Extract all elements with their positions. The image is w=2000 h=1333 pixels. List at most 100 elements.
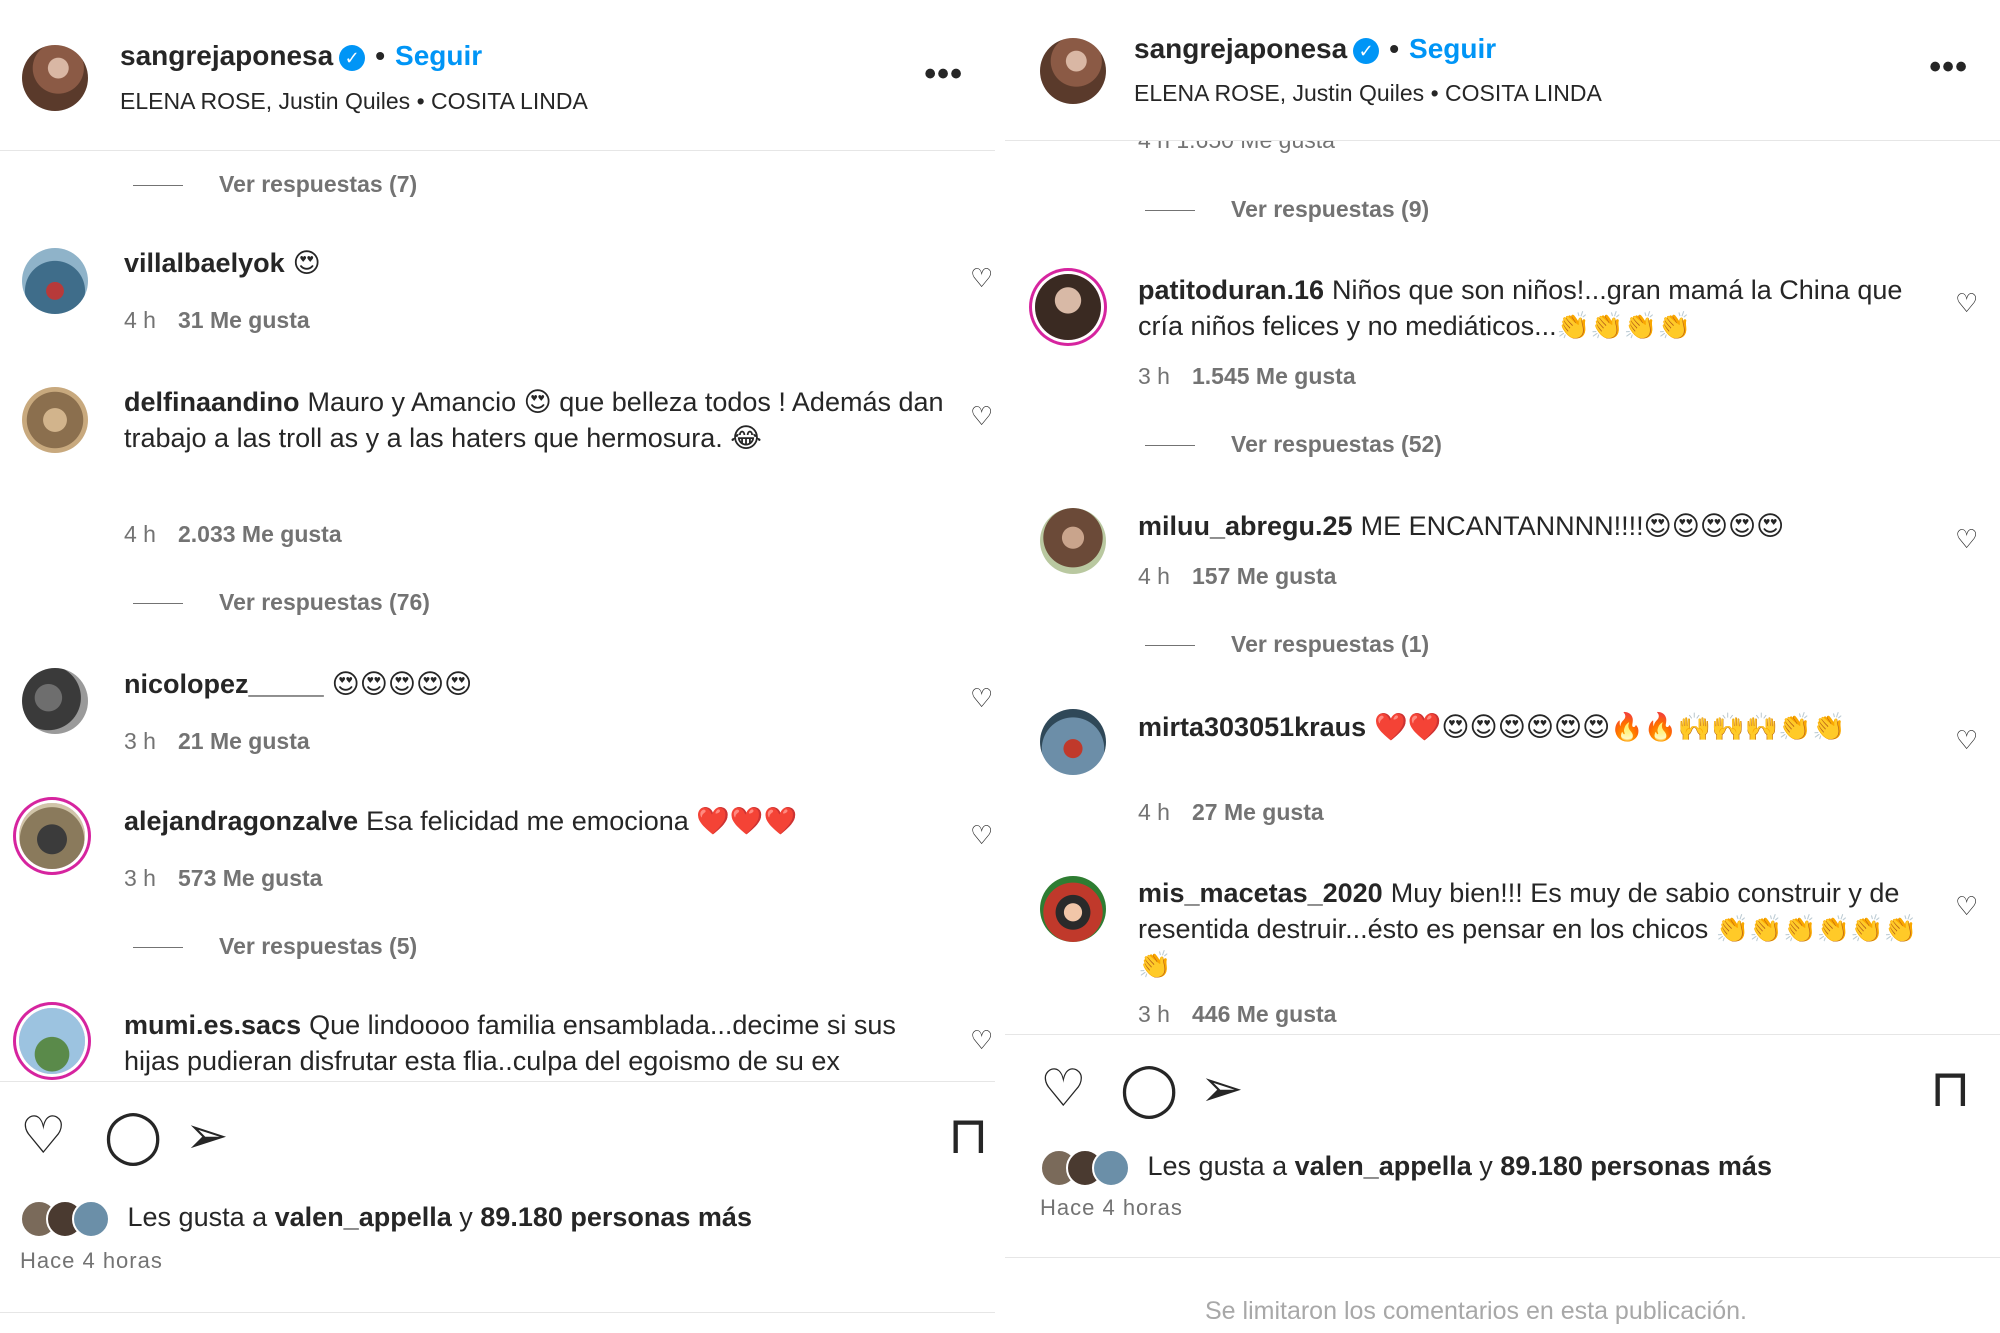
comment: villalbaelyok 😍 [124,245,944,281]
comment-meta: 4 h 2.033 Me gusta [124,521,342,548]
commenter-avatar[interactable] [1040,508,1106,574]
comment-like-icon[interactable]: ♡ [970,820,993,851]
comment-time: 4 h [1138,799,1170,825]
comment-icon[interactable]: ◯ [104,1110,162,1162]
comment-likes[interactable]: 1.545 Me gusta [1192,363,1356,389]
comment-time: 4 h [124,307,156,333]
liker-avatar [72,1200,110,1238]
comment-username[interactable]: patitoduran.16 [1138,275,1324,305]
post-actions: ♡ ◯ ➢ ⊓ Les gusta a valen_appella y 89.1… [1005,1034,2000,1333]
comment-username[interactable]: mumi.es.sacs [124,1010,301,1040]
comment-like-icon[interactable]: ♡ [970,401,993,432]
view-replies-button[interactable]: Ver respuestas (7) [133,171,417,198]
commenter-avatar[interactable] [1040,709,1106,775]
comment-like-icon[interactable]: ♡ [1955,725,1978,756]
comment-likes[interactable]: 27 Me gusta [1192,799,1324,825]
liker-avatar [1092,1149,1130,1187]
share-icon[interactable]: ➢ [1200,1063,1244,1115]
commenter-avatar[interactable] [22,387,88,453]
comment-username[interactable]: alejandragonzalve [124,806,358,836]
divider [0,1312,995,1313]
comment: delfinaandino Mauro y Amancio 😍 que belle… [124,384,944,456]
separator-dot: • [1389,33,1400,64]
comment-like-icon[interactable]: ♡ [970,1025,993,1056]
comments-limited-notice: Se limitaron los comentarios en esta pub… [1205,1297,1747,1325]
save-icon[interactable]: ⊓ [948,1110,989,1162]
author-line: sangrejaponesa ✓ • Seguir [1134,33,1496,65]
author-username[interactable]: sangrejaponesa [1134,33,1347,64]
comment-meta: 4 h 157 Me gusta [1138,563,1336,590]
author-avatar[interactable] [1040,38,1106,104]
comment-meta: 3 h 573 Me gusta [124,865,322,892]
comments-list[interactable]: 4 h 1.650 Me gusta Ver respuestas (9) pa… [1005,141,2000,1034]
comment-text: ❤️❤️😍😍😍😍😍😍🔥🔥🙌🙌🙌👏👏 [1374,712,1846,742]
liked-by-line[interactable]: Les gusta a valen_appella y 89.180 perso… [1040,1149,1772,1187]
verified-badge-icon: ✓ [339,44,366,71]
like-icon[interactable]: ♡ [20,1110,67,1162]
liked-by-count[interactable]: 89.180 personas más [480,1202,752,1232]
post-panel-right: sangrejaponesa ✓ • Seguir ELENA ROSE, Justi… [1005,0,2000,1333]
comment-text: ME ENCANTANNNN!!!!😍😍😍😍😍 [1360,511,1785,541]
comment-username[interactable]: villalbaelyok [124,248,285,278]
like-icon[interactable]: ♡ [1040,1063,1087,1115]
comment-username[interactable]: miluu_abregu.25 [1138,511,1353,541]
view-replies-button[interactable]: Ver respuestas (5) [133,933,417,960]
comment-icon[interactable]: ◯ [1120,1063,1178,1115]
comment-meta: 4 h 27 Me gusta [1138,799,1324,826]
comment-like-icon[interactable]: ♡ [1955,891,1978,922]
author-line: sangrejaponesa ✓ • Seguir [120,40,482,72]
commenter-avatar[interactable] [1040,876,1106,942]
comment-meta: 3 h 21 Me gusta [124,728,310,755]
comment: alejandragonzalve Esa felicidad me emocio… [124,803,944,839]
save-icon[interactable]: ⊓ [1930,1063,1971,1115]
comment: mirta303051kraus ❤️❤️😍😍😍😍😍😍🔥🔥🙌🙌🙌👏👏 [1138,709,1928,745]
comment-like-icon[interactable]: ♡ [970,683,993,714]
divider [1005,1257,2000,1258]
author-avatar[interactable] [22,45,88,111]
audio-track[interactable]: ELENA ROSE, Justin Quiles • COSITA LINDA [1134,80,1602,107]
comment-likes[interactable]: 573 Me gusta [178,865,322,891]
comment-likes[interactable]: 21 Me gusta [178,728,310,754]
commenter-avatar-story[interactable] [19,1008,85,1074]
comment-likes[interactable]: 31 Me gusta [178,307,310,333]
liked-by-count[interactable]: 89.180 personas más [1500,1151,1772,1181]
liked-by-user[interactable]: valen_appella [1295,1151,1472,1181]
share-icon[interactable]: ➢ [185,1110,229,1162]
comment-like-icon[interactable]: ♡ [1955,288,1978,319]
post-time: Hace 4 horas [20,1248,163,1273]
comment-username[interactable]: mirta303051kraus [1138,712,1366,742]
commenter-avatar-story[interactable] [19,803,85,869]
comment-like-icon[interactable]: ♡ [1955,524,1978,555]
view-replies-button[interactable]: Ver respuestas (76) [133,589,430,616]
audio-track[interactable]: ELENA ROSE, Justin Quiles • COSITA LINDA [120,88,588,115]
view-replies-button[interactable]: Ver respuestas (52) [1145,431,1442,458]
commenter-avatar-story[interactable] [1035,274,1101,340]
comment-likes[interactable]: 446 Me gusta [1192,1001,1336,1027]
comment: patitoduran.16 Niños que son niños!...gra… [1138,272,1928,344]
comment-likes[interactable]: 157 Me gusta [1192,563,1336,589]
commenter-avatar[interactable] [22,248,88,314]
comment: mumi.es.sacs Que lindoooo familia ensambl… [124,1007,944,1079]
separator-dot: • [375,40,386,71]
author-username[interactable]: sangrejaponesa [120,40,333,71]
liked-by-line[interactable]: Les gusta a valen_appella y 89.180 perso… [20,1200,752,1238]
more-options-icon[interactable]: ••• [1929,48,1968,87]
view-replies-button[interactable]: Ver respuestas (9) [1145,196,1429,223]
comment-meta: 3 h 446 Me gusta [1138,1001,1336,1028]
more-options-icon[interactable]: ••• [924,55,963,94]
comments-list[interactable]: Ver respuestas (7) villalbaelyok 😍 4 h 31 … [0,151,995,1081]
view-replies-button[interactable]: Ver respuestas (1) [1145,631,1429,658]
follow-button[interactable]: Seguir [1409,33,1496,64]
comment-username[interactable]: nicolopez_____ [124,669,324,699]
comment-username[interactable]: mis_macetas_2020 [1138,878,1383,908]
comment-username[interactable]: delfinaandino [124,387,300,417]
comment-like-icon[interactable]: ♡ [970,263,993,294]
comment-time: 3 h [1138,1001,1170,1027]
verified-badge-icon: ✓ [1353,37,1380,64]
liked-by-user[interactable]: valen_appella [275,1202,452,1232]
commenter-avatar[interactable] [22,668,88,734]
comment-meta: 3 h 1.545 Me gusta [1138,363,1356,390]
follow-button[interactable]: Seguir [395,40,482,71]
cut-comment-meta: 4 h 1.650 Me gusta [1138,141,1335,154]
comment-likes[interactable]: 2.033 Me gusta [178,521,342,547]
